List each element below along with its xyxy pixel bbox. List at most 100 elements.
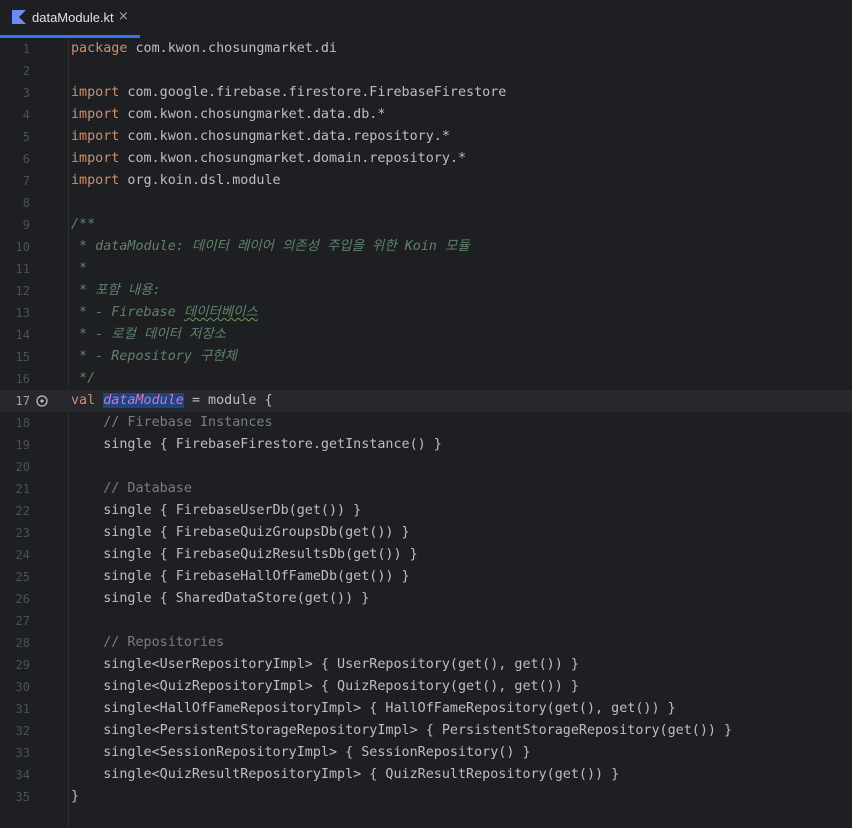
code-token: // Database [103,481,192,496]
line-number: 27 [15,614,30,628]
code-line[interactable]: 17 val dataModule = module { [0,390,852,412]
code-line[interactable]: 25 single { FirebaseHallOfFameDb(get()) … [0,566,852,588]
code-token: dataModule [103,393,184,408]
code-token: * - 로컬 데이터 저장소 [71,327,226,342]
line-number: 35 [15,790,30,804]
code-line[interactable]: 7 import org.koin.dsl.module [0,170,852,192]
line-number: 18 [15,416,30,430]
line-number: 20 [15,460,30,474]
code-line[interactable]: 3 import com.google.firebase.firestore.Fi… [0,82,852,104]
line-number: 8 [22,196,30,210]
line-number: 5 [22,130,30,144]
code-token: single { SharedDataStore(get()) } [71,591,370,606]
code-text: * - Firebase 데이터베이스 [71,302,258,324]
code-text: val dataModule = module { [71,390,273,412]
code-text: single<SessionRepositoryImpl> { SessionR… [71,742,530,764]
line-number: 30 [15,680,30,694]
code-line[interactable]: 28 // Repositories [0,632,852,654]
code-line[interactable]: 32 single<PersistentStorageRepositoryImp… [0,720,852,742]
code-line[interactable]: 4 import com.kwon.chosungmarket.data.db.* [0,104,852,126]
code-token: package [71,41,128,56]
code-line[interactable]: 1 package com.kwon.chosungmarket.di [0,38,852,60]
code-token: // Repositories [103,635,225,650]
code-line[interactable]: 14 * - 로컬 데이터 저장소 [0,324,852,346]
line-number: 19 [15,438,30,452]
code-token: single { FirebaseUserDb(get()) } [71,503,362,518]
line-number: 1 [22,42,30,56]
code-line[interactable]: 16 */ [0,368,852,390]
code-token: /** [71,217,96,232]
code-token: single<PersistentStorageRepositoryImpl> … [71,723,733,738]
close-icon[interactable]: × [118,8,129,26]
code-token: import [71,129,120,144]
code-line[interactable]: 6 import com.kwon.chosungmarket.domain.re… [0,148,852,170]
code-token: com.kwon.chosungmarket.di [127,41,338,56]
code-line[interactable]: 27 [0,610,852,632]
code-text: single { FirebaseFirestore.getInstance()… [71,434,442,456]
code-line[interactable]: 2 [0,60,852,82]
code-line[interactable]: 20 [0,456,852,478]
run-gutter-icon[interactable] [35,394,49,408]
code-line[interactable]: 33 single<SessionRepositoryImpl> { Sessi… [0,742,852,764]
code-token: single { FirebaseQuizGroupsDb(get()) } [71,525,410,540]
code-text: single<PersistentStorageRepositoryImpl> … [71,720,732,742]
line-number: 16 [15,372,30,386]
code-text: } [71,786,79,808]
code-line[interactable]: 29 single<UserRepositoryImpl> { UserRepo… [0,654,852,676]
code-text: single { FirebaseUserDb(get()) } [71,500,361,522]
code-text: * 포함 내용: [71,280,161,302]
line-number: 2 [22,64,30,78]
code-text: single { FirebaseQuizGroupsDb(get()) } [71,522,410,544]
code-line[interactable]: 31 single<HallOfFameRepositoryImpl> { Ha… [0,698,852,720]
line-number: 29 [15,658,30,672]
code-token: = module { [183,393,273,408]
code-line[interactable]: 11 * [0,258,852,280]
line-number: 23 [15,526,30,540]
code-token: import [71,151,120,166]
code-text: * [71,258,87,280]
code-token: single<UserRepositoryImpl> { UserReposit… [71,657,579,672]
editor-tab-bar: dataModule.kt × [0,0,852,39]
code-token: val [71,393,96,408]
code-line[interactable]: 5 import com.kwon.chosungmarket.data.repo… [0,126,852,148]
code-line[interactable]: 23 single { FirebaseQuizGroupsDb(get()) … [0,522,852,544]
code-text: import com.google.firebase.firestore.Fir… [71,82,506,104]
tab-datamodule-kt[interactable]: dataModule.kt × [0,0,140,38]
code-token: single<HallOfFameRepositoryImpl> { HallO… [71,701,676,716]
code-line[interactable]: 30 single<QuizRepositoryImpl> { QuizRepo… [0,676,852,698]
code-editor[interactable]: 1 package com.kwon.chosungmarket.di 2 3 impo… [0,38,852,828]
code-token: com.kwon.chosungmarket.domain.repository… [119,151,467,166]
code-line[interactable]: 18 // Firebase Instances [0,412,852,434]
code-token: single { FirebaseFirestore.getInstance()… [71,437,442,452]
code-line[interactable]: 22 single { FirebaseUserDb(get()) } [0,500,852,522]
line-number: 32 [15,724,30,738]
code-line[interactable]: 35} [0,786,852,808]
code-line[interactable]: 13 * - Firebase 데이터베이스 [0,302,852,324]
code-line[interactable]: 34 single<QuizResultRepositoryImpl> { Qu… [0,764,852,786]
code-line[interactable]: 24 single { FirebaseQuizResultsDb(get())… [0,544,852,566]
code-token: * [71,261,88,276]
code-token: * 포함 내용: [71,283,161,298]
line-number: 24 [15,548,30,562]
code-line[interactable]: 19 single { FirebaseFirestore.getInstanc… [0,434,852,456]
line-number: 12 [15,284,30,298]
code-line[interactable]: 10 * dataModule: 데이터 레이어 의존성 주입을 위한 Koin… [0,236,852,258]
line-number: 17 [15,394,30,408]
code-line[interactable]: 9 /** [0,214,852,236]
code-text: single<QuizRepositoryImpl> { QuizReposit… [71,676,579,698]
line-number: 25 [15,570,30,584]
code-token: * dataModule: 데이터 레이어 의존성 주입을 위한 Koin 모듈 [71,239,470,254]
code-token: import [71,85,120,100]
code-text: */ [71,368,95,390]
code-line[interactable]: 15 * - Repository 구현체 [0,346,852,368]
code-line[interactable]: 8 [0,192,852,214]
code-line[interactable]: 26 single { SharedDataStore(get()) } [0,588,852,610]
code-line[interactable]: 21 // Database [0,478,852,500]
code-text: /** [71,214,95,236]
line-number: 21 [15,482,30,496]
code-line[interactable]: 12 * 포함 내용: [0,280,852,302]
code-text: single { SharedDataStore(get()) } [71,588,369,610]
code-token: * - Repository 구현체 [71,349,237,364]
code-text: // Firebase Instances [71,412,272,434]
